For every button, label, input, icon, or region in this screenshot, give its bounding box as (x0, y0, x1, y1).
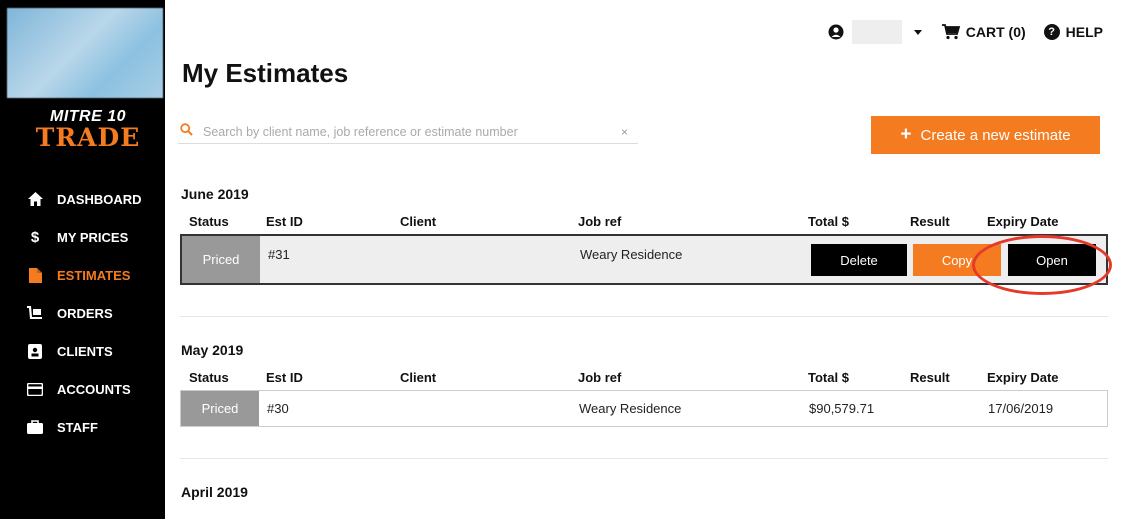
open-button[interactable]: Open (1008, 244, 1096, 276)
briefcase-icon (27, 419, 43, 435)
user-name-redacted[interactable] (851, 20, 902, 44)
header-client: Client (400, 370, 437, 385)
month-heading: June 2019 (181, 186, 249, 202)
search-input[interactable] (203, 124, 621, 139)
logo-bottom-text: TRADE (35, 123, 141, 152)
sidebar-item-label: ESTIMATES (57, 267, 131, 283)
cart-icon (941, 24, 960, 40)
header-client: Client (400, 214, 437, 229)
table-row[interactable]: Priced #31 Weary Residence Delete Copy O… (180, 234, 1108, 285)
create-estimate-label: Create a new estimate (920, 126, 1071, 144)
chevron-down-icon[interactable] (913, 29, 922, 35)
month-heading: April 2019 (181, 484, 248, 500)
header-job-ref: Job ref (578, 370, 622, 385)
est-id-cell: #30 (267, 401, 289, 416)
brand-logo[interactable]: MITRE 10 TRADE (28, 108, 148, 150)
home-icon (27, 191, 43, 207)
cart-link[interactable]: CART (0) (941, 24, 1026, 40)
user-icon[interactable] (828, 24, 844, 40)
top-bar: CART (0) ? HELP (828, 20, 1103, 44)
sidebar-item-label: DASHBOARD (57, 191, 142, 207)
sidebar-item-label: MY PRICES (57, 229, 129, 245)
estimate-group-april-2019: April 2019 (180, 484, 1108, 500)
sidebar-item-staff[interactable]: STAFF (0, 408, 165, 446)
search-bar: × (178, 120, 638, 144)
create-estimate-button[interactable]: + Create a new estimate (871, 116, 1100, 154)
month-heading: May 2019 (181, 342, 244, 358)
sidebar-item-estimates[interactable]: ESTIMATES (0, 256, 165, 294)
header-total: Total $ (808, 370, 849, 385)
status-badge: Priced (182, 236, 260, 283)
help-label: HELP (1065, 24, 1103, 40)
section-divider (180, 458, 1108, 459)
clear-search-icon[interactable]: × (621, 125, 628, 139)
table-row[interactable]: Priced #30 Weary Residence $90,579.71 17… (180, 390, 1108, 427)
sidebar-item-label: STAFF (57, 419, 98, 435)
estimate-group-may-2019: May 2019 Status Est ID Client Job ref To… (180, 342, 1108, 427)
job-ref-cell: Weary Residence (580, 247, 683, 262)
header-expiry: Expiry Date (987, 214, 1059, 229)
header-total: Total $ (808, 214, 849, 229)
contact-card-icon (27, 343, 43, 359)
job-ref-cell: Weary Residence (579, 401, 682, 416)
delete-button[interactable]: Delete (811, 244, 907, 276)
header-est-id: Est ID (266, 214, 303, 229)
status-badge: Priced (181, 391, 259, 426)
expiry-cell: 17/06/2019 (988, 401, 1054, 416)
sidebar-item-dashboard[interactable]: DASHBOARD (0, 180, 165, 218)
section-divider (180, 316, 1108, 317)
header-status: Status (189, 370, 229, 385)
profile-image (7, 8, 163, 98)
header-status: Status (189, 214, 229, 229)
header-expiry: Expiry Date (987, 370, 1059, 385)
total-cell: $90,579.71 (809, 401, 875, 416)
sidebar-item-accounts[interactable]: ACCOUNTS (0, 370, 165, 408)
estimate-group-june-2019: June 2019 Status Est ID Client Job ref T… (180, 186, 1108, 285)
sidebar-item-label: CLIENTS (57, 343, 113, 359)
header-result: Result (910, 214, 950, 229)
header-result: Result (910, 370, 950, 385)
copy-button[interactable]: Copy (913, 244, 1001, 276)
trolley-icon (27, 305, 43, 321)
help-link[interactable]: ? HELP (1043, 24, 1103, 40)
sidebar-item-clients[interactable]: CLIENTS (0, 332, 165, 370)
page-title: My Estimates (182, 58, 349, 88)
help-icon: ? (1043, 24, 1060, 40)
sidebar-item-label: ORDERS (57, 305, 113, 321)
table-header: Status Est ID Client Job ref Total $ Res… (180, 370, 1108, 390)
header-job-ref: Job ref (578, 214, 622, 229)
est-id-cell: #31 (268, 247, 290, 262)
document-icon (27, 267, 43, 283)
sidebar-item-label: ACCOUNTS (57, 381, 131, 397)
dollar-icon: $ (30, 228, 40, 246)
sidebar-nav: DASHBOARD $ MY PRICES ESTIMATES ORDERS C… (0, 180, 165, 446)
header-est-id: Est ID (266, 370, 303, 385)
cart-label: CART (0) (965, 24, 1026, 40)
sidebar: MITRE 10 TRADE DASHBOARD $ MY PRICES EST… (0, 0, 165, 519)
credit-card-icon (27, 381, 43, 397)
search-icon (180, 122, 193, 141)
table-header: Status Est ID Client Job ref Total $ Res… (180, 214, 1108, 234)
sidebar-item-orders[interactable]: ORDERS (0, 294, 165, 332)
sidebar-item-my-prices[interactable]: $ MY PRICES (0, 218, 165, 256)
plus-icon: + (900, 124, 912, 145)
